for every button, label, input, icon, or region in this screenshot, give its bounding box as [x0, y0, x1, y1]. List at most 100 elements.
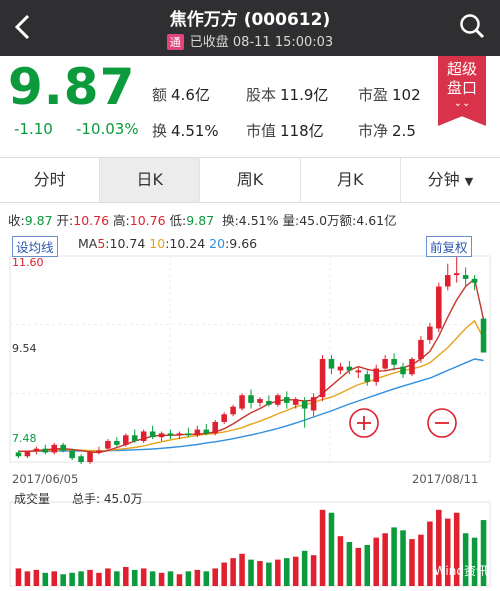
volume-bar — [230, 558, 236, 586]
candle-body — [105, 441, 111, 449]
volume-bar — [292, 556, 299, 586]
candle-body — [176, 433, 183, 436]
y-tick-top: 11.60 — [12, 256, 44, 269]
y-tick-mid: 9.54 — [12, 342, 37, 355]
candle-body — [123, 435, 129, 445]
volume-bar — [337, 536, 344, 586]
candle-body — [149, 431, 156, 438]
candle-body — [301, 400, 308, 409]
candle-body — [453, 273, 460, 276]
volume-bar — [391, 527, 397, 586]
candle-body — [436, 286, 442, 329]
candle-body — [427, 326, 433, 340]
tong-badge: 通 — [166, 34, 184, 50]
volume-bar — [221, 562, 227, 586]
candle-body — [310, 397, 317, 411]
volume-bar — [301, 550, 308, 586]
candlestick-chart[interactable] — [0, 230, 500, 591]
double-chevron-icon: ⌄⌄ — [453, 98, 471, 109]
tab-monthly-k[interactable]: 月K — [301, 158, 401, 202]
candle-body — [328, 359, 335, 369]
market-status: 通已收盘 08-11 15:00:03 — [0, 31, 500, 50]
dropdown-triangle-icon: ▼ — [464, 175, 474, 188]
candle-body — [409, 359, 415, 375]
volume-bar — [319, 509, 326, 586]
candle-body — [480, 318, 487, 353]
wind-watermark: Wind资讯 — [433, 564, 488, 578]
candle-body — [346, 366, 353, 371]
super-orderbook-ribbon[interactable]: 超级 盘口 ⌄⌄ — [438, 56, 486, 126]
candle-body — [292, 399, 299, 405]
volume-bar — [328, 512, 335, 586]
tab-weekly-k[interactable]: 周K — [200, 158, 301, 202]
volume-bar — [400, 530, 406, 586]
volume-bar — [185, 571, 192, 586]
stat-turnover: 换 4.51% — [152, 122, 219, 140]
candle-body — [42, 448, 49, 453]
candle-body — [257, 399, 263, 403]
zoom-in-icon[interactable] — [349, 408, 379, 438]
candle-body — [203, 429, 210, 434]
candle-body — [78, 456, 84, 462]
candle-body — [96, 450, 102, 453]
volume-bar — [33, 569, 40, 586]
volume-bar — [87, 569, 93, 586]
volume-bar — [239, 553, 245, 586]
price-change: -1.10 — [14, 120, 53, 138]
forward-adjust-button[interactable]: 前复权 — [426, 236, 472, 257]
ohlc-bar: 收:9.87 开:10.76 高:10.76 低:9.87 换:4.51% 量:… — [8, 213, 397, 228]
volume-bar — [346, 542, 353, 586]
candle-body — [24, 450, 31, 457]
volume-bar — [418, 534, 424, 586]
volume-bar — [284, 558, 290, 586]
volume-bar — [409, 539, 415, 586]
volume-bar — [42, 572, 49, 586]
stat-pb: 市净 2.5 — [358, 122, 416, 140]
candle-body — [212, 421, 218, 434]
volume-bar — [96, 572, 102, 586]
candle-body — [51, 444, 58, 453]
volume-bar — [105, 568, 111, 586]
candle-body — [462, 275, 469, 279]
candle-body — [167, 433, 174, 436]
candle-body — [33, 448, 40, 451]
volume-bar — [114, 571, 120, 586]
price-area-frame — [9, 255, 491, 463]
search-icon[interactable] — [458, 12, 486, 40]
volume-bar — [78, 571, 84, 586]
volume-bar — [364, 544, 371, 586]
tab-minute[interactable]: 分钟 ▼ — [401, 158, 500, 202]
candle-body — [391, 359, 397, 365]
volume-bar — [310, 555, 317, 586]
volume-bar — [131, 569, 138, 586]
candle-body — [444, 275, 451, 287]
stock-title: 焦作万方 (000612) — [169, 10, 331, 30]
volume-bar — [167, 571, 174, 586]
ma-legend: MA5:10.74 10:10.24 20:9.66 — [78, 236, 258, 251]
candle-body — [194, 429, 201, 436]
candle-body — [15, 452, 22, 457]
date-end: 2017/08/11 — [412, 472, 479, 486]
set-ma-button[interactable]: 设均线 — [12, 236, 58, 257]
candle-body — [284, 397, 290, 403]
volume-bar — [266, 562, 272, 586]
volume-bar — [257, 561, 263, 586]
ma-line-ma10 — [18, 319, 485, 453]
zoom-out-icon[interactable] — [427, 408, 457, 438]
candle-body — [131, 435, 138, 442]
tab-daily-k[interactable]: 日K — [100, 158, 201, 202]
volume-bar — [140, 568, 147, 586]
volume-bar — [212, 568, 218, 586]
candle-body — [266, 400, 272, 405]
tab-intraday[interactable]: 分时 — [0, 158, 101, 202]
volume-bar — [15, 568, 22, 586]
price-change-pct: -10.03% — [76, 120, 139, 138]
candle-body — [471, 278, 478, 283]
candle-body — [400, 366, 406, 375]
top-bar: 焦作万方 (000612) 通已收盘 08-11 15:00:03 — [0, 0, 500, 56]
candle-body — [364, 374, 371, 382]
volume-bar — [149, 571, 156, 586]
volume-bar — [158, 572, 165, 586]
candle-body — [275, 395, 281, 405]
candle-body — [60, 444, 66, 451]
